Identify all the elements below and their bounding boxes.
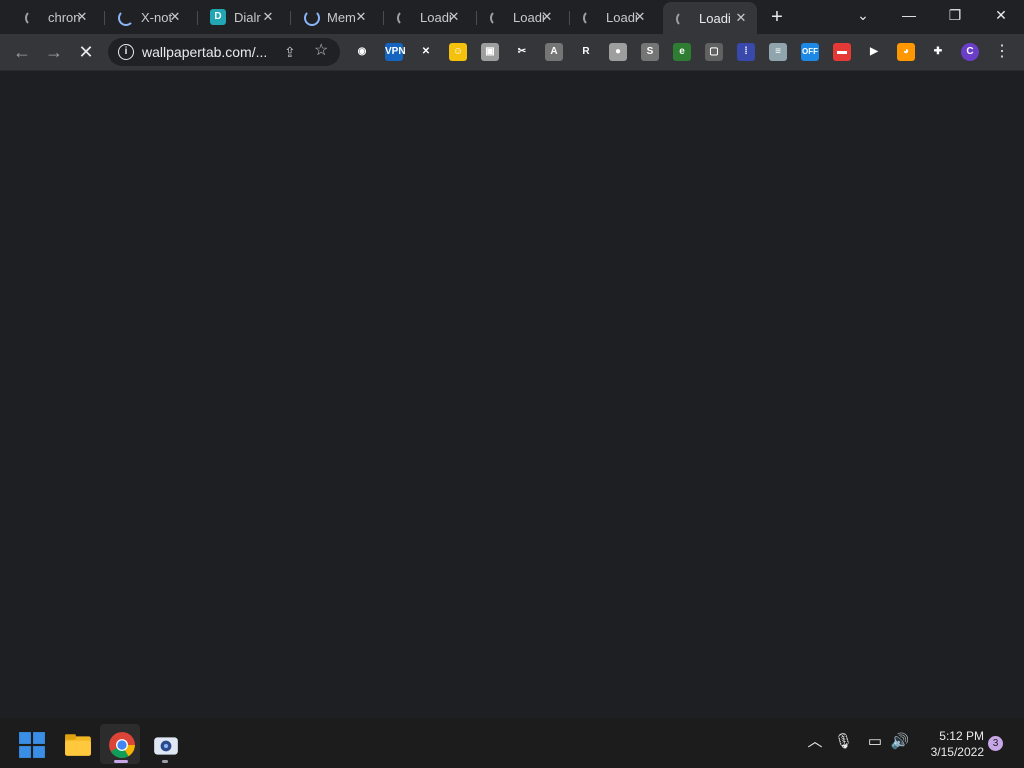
loading-spinner-icon — [582, 9, 599, 26]
spinner-arc — [304, 10, 320, 26]
image-icon[interactable]: ▣ — [481, 43, 499, 61]
dialr-favicon-icon: D — [210, 9, 226, 25]
tab-separator — [476, 11, 477, 25]
tab-separator — [104, 11, 105, 25]
tab-close-icon[interactable]: ✕ — [74, 9, 90, 25]
back-button[interactable]: ← — [10, 40, 34, 64]
browser-tab[interactable]: Mem ✕ — [290, 4, 377, 30]
off-icon[interactable]: OFF — [801, 43, 819, 61]
spinner-arc — [583, 10, 599, 26]
smiley-icon[interactable]: ☺ — [449, 43, 467, 61]
stop-loading-button[interactable]: ✕ — [74, 40, 98, 64]
spinner-arc — [25, 10, 41, 26]
volume-icon[interactable]: 🔊 — [889, 732, 911, 752]
puzzle-icon[interactable]: ▢ — [705, 43, 723, 61]
scissors-icon[interactable]: ✂ — [513, 43, 531, 61]
tab-strip: chron ✕ X-not ✕ D Dialr ✕ Mem ✕ Loadi ✕ Loadi ✕ Loadi… — [0, 0, 1024, 34]
microphone-icon[interactable]: 🎙 — [834, 732, 853, 752]
flag-icon[interactable]: ≡ — [769, 43, 787, 61]
clock-date: 3/15/2022 — [930, 745, 984, 759]
chat-icon[interactable]: ● — [609, 43, 627, 61]
chrome-active-indicator — [114, 760, 128, 763]
play-icon[interactable]: ▶ — [865, 43, 883, 61]
chrome-menu-button[interactable]: ⋮ — [994, 43, 1010, 61]
tab-close-icon[interactable]: ✕ — [632, 9, 648, 25]
notification-badge[interactable]: 3 — [988, 736, 1003, 751]
file-explorer-icon[interactable] — [64, 731, 92, 759]
tab-close-icon[interactable]: ✕ — [353, 9, 369, 25]
grid-icon[interactable]: ⁞ — [737, 43, 755, 61]
rss-icon[interactable]: ◉ — [353, 43, 371, 61]
browser-tab[interactable]: chron ✕ — [12, 4, 98, 30]
r-icon[interactable]: R — [577, 43, 595, 61]
url-text[interactable]: wallpapertab.com/... — [142, 44, 267, 60]
snipping-tool-icon[interactable] — [152, 732, 180, 760]
spinner-arc — [118, 10, 134, 26]
tab-close-icon[interactable]: ✕ — [260, 9, 276, 25]
new-tab-button[interactable]: + — [766, 6, 788, 28]
forward-button[interactable]: → — [42, 40, 66, 64]
tab-separator — [197, 11, 198, 25]
loading-spinner-icon — [675, 10, 692, 27]
profile-avatar[interactable]: C — [961, 43, 979, 61]
tab-separator — [383, 11, 384, 25]
tab-close-icon[interactable]: ✕ — [167, 9, 183, 25]
monkey-icon[interactable]: ◕ — [897, 43, 915, 61]
browser-tab[interactable]: X-not ✕ — [104, 4, 191, 30]
start-icon[interactable] — [18, 731, 46, 759]
loading-spinner-icon — [489, 9, 506, 26]
browser-tab[interactable]: D Dialr ✕ — [197, 4, 284, 30]
font-icon[interactable]: A — [545, 43, 563, 61]
tab-close-icon[interactable]: ✕ — [539, 9, 555, 25]
close-window-button[interactable]: ✕ — [978, 0, 1024, 30]
loading-spinner-icon — [117, 9, 134, 26]
chrome-icon[interactable] — [108, 731, 136, 759]
browser-tab[interactable]: Loadi ✕ — [569, 4, 656, 30]
site-info-icon[interactable]: i — [118, 44, 134, 60]
show-hidden-icons-chevron-icon[interactable]: ︿ — [806, 732, 824, 752]
browser-tab[interactable]: Loadi ✕ — [476, 4, 563, 30]
loading-spinner-icon — [24, 9, 41, 26]
clock[interactable]: 5:12 PM 3/15/2022 — [914, 728, 984, 760]
spinner-arc — [397, 10, 413, 26]
tab-title: Loadi — [699, 10, 731, 26]
windows-taskbar: ︿ 🎙 ▭ 🔊 5:12 PM 3/15/2022 3 — [0, 718, 1024, 768]
share-icon[interactable]: ⇪ — [284, 44, 300, 60]
browser-tab[interactable]: Loadi ✕ — [383, 4, 470, 30]
s-icon[interactable]: S — [641, 43, 659, 61]
loading-spinner-icon — [303, 9, 320, 26]
tab-separator — [569, 11, 570, 25]
vpn-icon[interactable]: VPN — [385, 43, 406, 61]
restore-button[interactable]: ❐ — [932, 0, 978, 30]
clock-time: 5:12 PM — [939, 729, 984, 743]
spinner-arc — [676, 11, 692, 27]
edge-icon[interactable]: e — [673, 43, 691, 61]
tab-close-icon[interactable]: ✕ — [446, 9, 462, 25]
app-running-indicator — [162, 760, 168, 763]
spinner-arc — [490, 10, 506, 26]
browser-tab[interactable]: Loadi ✕ — [663, 2, 757, 34]
tools-icon[interactable]: ✕ — [417, 43, 435, 61]
tab-separator — [290, 11, 291, 25]
tab-search-icon[interactable]: ⌄ — [840, 0, 886, 30]
network-icon[interactable]: ▭ — [864, 732, 886, 752]
page-content — [0, 71, 1024, 718]
bookmark-star-icon[interactable]: ☆ — [314, 43, 330, 59]
tab-close-icon[interactable]: ✕ — [733, 10, 749, 26]
loading-spinner-icon — [396, 9, 413, 26]
card-icon[interactable]: ▬ — [833, 43, 851, 61]
extensions-icon[interactable]: ✚ — [929, 43, 947, 61]
minimize-button[interactable]: — — [886, 0, 932, 30]
address-bar[interactable]: i wallpapertab.com/... ⇪ ☆ — [108, 38, 340, 66]
